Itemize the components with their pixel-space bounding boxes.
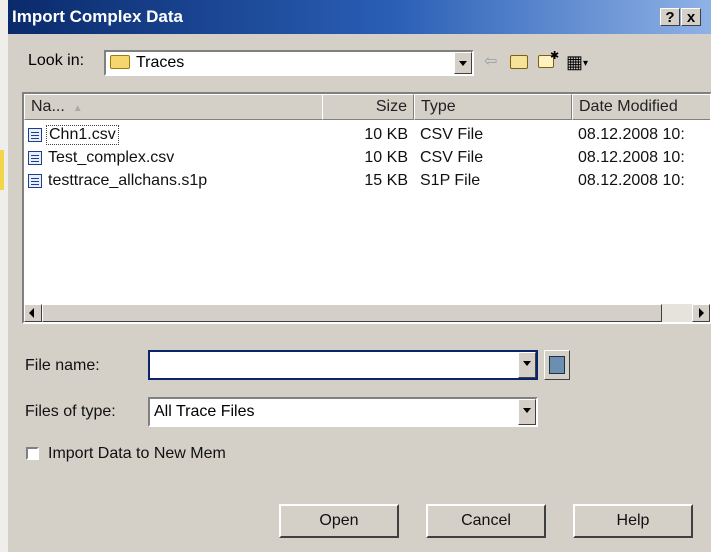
chevron-right-icon <box>699 308 704 318</box>
csv-file-icon <box>28 151 42 165</box>
folder-icon <box>110 55 130 70</box>
csv-file-icon <box>28 128 42 142</box>
list-item[interactable]: Test_complex.csv 10 KB CSV File 08.12.20… <box>24 147 710 169</box>
file-list[interactable]: Na... ▲ Size Type Date Modified Chn1.csv … <box>22 92 711 324</box>
dialog-title: Import Complex Data <box>12 7 183 26</box>
list-item[interactable]: testtrace_allchans.s1p 15 KB S1P File 08… <box>24 170 710 192</box>
import-new-mem-label: Import Data to New Mem <box>48 445 226 462</box>
help-button[interactable]: Help <box>573 504 693 538</box>
file-size: 10 KB <box>364 149 408 166</box>
open-button[interactable]: Open <box>279 504 399 538</box>
cancel-button[interactable]: Cancel <box>426 504 546 538</box>
new-folder-icon[interactable]: ✱ <box>538 50 559 72</box>
file-name: testtrace_allchans.s1p <box>48 172 208 189</box>
file-date: 08.12.2008 10: <box>578 126 685 143</box>
save-disk-icon[interactable] <box>544 350 570 380</box>
file-name-label: File name: <box>25 357 100 374</box>
back-arrow-icon[interactable]: ⇦ <box>484 52 497 72</box>
view-menu-icon[interactable]: ▦▾ <box>566 52 588 72</box>
file-type-label: Files of type: <box>25 403 116 420</box>
close-button[interactable]: x <box>681 8 701 26</box>
column-header-size[interactable]: Size <box>322 94 414 120</box>
file-name: Test_complex.csv <box>48 149 175 166</box>
title-bar[interactable]: Import Complex Data ? x <box>8 0 711 34</box>
import-new-mem-checkbox[interactable] <box>26 447 39 460</box>
file-type: CSV File <box>420 126 484 143</box>
file-name-input[interactable] <box>148 350 538 380</box>
look-in-label: Look in: <box>28 52 85 69</box>
file-type: CSV File <box>420 149 484 166</box>
column-header-type[interactable]: Type <box>414 94 572 120</box>
scrollbar-thumb[interactable] <box>42 304 662 322</box>
scroll-right-button[interactable] <box>692 304 710 322</box>
column-header-date[interactable]: Date Modified <box>572 94 710 120</box>
list-item[interactable]: Chn1.csv 10 KB CSV File 08.12.2008 10: <box>24 124 710 146</box>
scroll-left-button[interactable] <box>24 304 42 322</box>
look-in-select[interactable]: Traces <box>104 50 474 76</box>
chevron-down-icon[interactable] <box>454 52 472 74</box>
file-date: 08.12.2008 10: <box>578 172 685 189</box>
file-size: 15 KB <box>364 172 408 189</box>
up-folder-icon[interactable] <box>510 52 528 72</box>
horizontal-scrollbar[interactable] <box>24 304 710 322</box>
sort-ascending-icon: ▲ <box>72 103 83 114</box>
file-type-select[interactable]: All Trace Files <box>148 397 538 427</box>
help-title-button[interactable]: ? <box>660 8 680 26</box>
import-complex-data-dialog: Import Complex Data ? x Look in: Traces … <box>8 0 711 552</box>
file-type: S1P File <box>420 172 481 189</box>
s1p-file-icon <box>28 174 42 188</box>
file-name: Chn1.csv <box>46 125 119 145</box>
look-in-value: Traces <box>136 54 185 71</box>
file-date: 08.12.2008 10: <box>578 149 685 166</box>
file-type-value: All Trace Files <box>154 403 255 420</box>
file-size: 10 KB <box>364 126 408 143</box>
chevron-down-icon[interactable] <box>518 399 536 425</box>
background-window-edge <box>0 0 8 552</box>
chevron-down-icon[interactable] <box>518 352 536 378</box>
chevron-left-icon <box>29 308 34 318</box>
background-highlight <box>0 150 4 190</box>
